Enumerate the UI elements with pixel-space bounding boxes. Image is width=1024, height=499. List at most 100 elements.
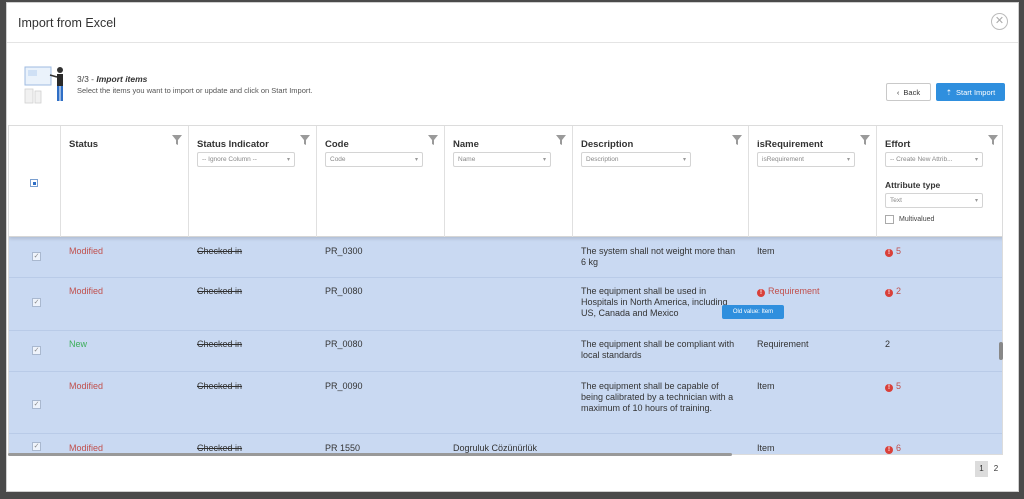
back-button[interactable]: ‹ Back xyxy=(886,83,931,101)
column-label: Effort xyxy=(885,139,911,150)
effort-value: 6 xyxy=(896,443,902,453)
import-illustration-icon xyxy=(24,66,63,104)
row-checkbox[interactable]: ✓ xyxy=(32,346,41,355)
effort-cell: ! 2 xyxy=(885,286,901,297)
error-icon: ! xyxy=(885,289,893,297)
effort-cell: ! 5 xyxy=(885,246,901,257)
header-description: Description Description ▾ xyxy=(573,126,749,237)
select-value: isRequirement xyxy=(762,156,804,163)
status-cell: Modified xyxy=(69,286,104,296)
error-icon: ! xyxy=(885,446,893,454)
effort-value: 5 xyxy=(896,246,902,256)
page-1-button[interactable]: 1 xyxy=(975,461,988,477)
import-grid: Status Status Indicator -- Ignore Column… xyxy=(8,125,1003,455)
description-cell: The equipment shall be used in Hospitals… xyxy=(581,286,728,318)
table-row[interactable]: ✓ New Checked in PR_0080 The equipment s… xyxy=(9,331,1002,372)
caret-down-icon: ▾ xyxy=(682,157,686,163)
row-checkbox[interactable]: ✓ xyxy=(32,442,41,451)
status-cell: Modified xyxy=(69,381,104,391)
filter-icon[interactable] xyxy=(428,135,438,145)
row-checkbox[interactable]: ✓ xyxy=(32,252,41,261)
column-label: Code xyxy=(325,139,349,150)
column-label: Status Indicator xyxy=(197,139,269,150)
select-value: Text xyxy=(890,197,902,204)
caret-down-icon: ▾ xyxy=(846,157,850,163)
select-value: Description xyxy=(586,156,619,163)
isrequirement-cell: Item xyxy=(757,381,775,391)
caret-down-icon: ▾ xyxy=(974,157,978,163)
error-icon: ! xyxy=(885,384,893,392)
filter-icon[interactable] xyxy=(860,135,870,145)
upload-icon: ⇡ xyxy=(945,87,953,97)
code-cell: PR_0080 xyxy=(325,286,363,296)
header-isrequirement: isRequirement isRequirement ▾ xyxy=(749,126,877,237)
attribute-type-select[interactable]: Text ▾ xyxy=(885,193,983,208)
status-indicator-cell: Checked in xyxy=(197,286,243,296)
horizontal-scrollbar[interactable] xyxy=(8,453,732,456)
filter-icon[interactable] xyxy=(172,135,182,145)
description-cell: The equipment shall be capable of being … xyxy=(581,381,734,413)
dialog-titlebar: Import from Excel ✕ xyxy=(7,3,1018,43)
status-indicator-cell: Checked in xyxy=(197,339,243,349)
attribute-type-label: Attribute type xyxy=(885,180,941,190)
header-name: Name Name ▾ xyxy=(445,126,573,237)
effort-cell: ! 5 xyxy=(885,381,901,392)
filter-icon[interactable] xyxy=(732,135,742,145)
start-import-button[interactable]: ⇡ Start Import xyxy=(936,83,1005,101)
isrequirement-value: Requirement xyxy=(768,286,820,296)
header-code: Code Code ▾ xyxy=(317,126,445,237)
effort-value: 5 xyxy=(896,381,902,391)
filter-icon[interactable] xyxy=(556,135,566,145)
select-value: -- Ignore Column -- xyxy=(202,156,257,163)
row-checkbox[interactable]: ✓ xyxy=(32,298,41,307)
error-icon: ! xyxy=(757,289,765,297)
dialog-title: Import from Excel xyxy=(18,16,116,30)
table-row[interactable]: ✓ Modified Checked in PR_0080 The equipm… xyxy=(9,278,1002,331)
step-prefix: 3/3 - xyxy=(77,74,95,84)
row-checkbox[interactable]: ✓ xyxy=(32,400,41,409)
code-cell: PR_0090 xyxy=(325,381,363,391)
column-mapping-select[interactable]: -- Create New Attrib... ▾ xyxy=(885,152,983,167)
back-button-label: Back xyxy=(903,87,921,97)
error-icon: ! xyxy=(885,249,893,257)
old-value-tooltip: Old value: Item xyxy=(722,305,784,319)
header-status: Status xyxy=(61,126,189,237)
isrequirement-cell: Requirement xyxy=(757,339,809,349)
page-2-button[interactable]: 2 xyxy=(990,461,1002,477)
column-mapping-select[interactable]: -- Ignore Column -- ▾ xyxy=(197,152,295,167)
caret-down-icon: ▾ xyxy=(542,157,546,163)
status-indicator-cell: Checked in xyxy=(197,246,243,256)
effort-cell: ! 6 xyxy=(885,443,901,454)
filter-icon[interactable] xyxy=(300,135,310,145)
vertical-scrollbar[interactable] xyxy=(999,342,1003,360)
select-value: Code xyxy=(330,156,346,163)
column-mapping-select[interactable]: Code ▾ xyxy=(325,152,423,167)
select-all-checkbox[interactable] xyxy=(30,179,38,187)
header-select-col xyxy=(9,126,61,237)
filter-icon[interactable] xyxy=(988,135,998,145)
column-mapping-select[interactable]: Name ▾ xyxy=(453,152,551,167)
multivalued-label: Multivalued xyxy=(899,216,935,223)
caret-down-icon: ▾ xyxy=(286,157,290,163)
status-indicator-cell: Checked in xyxy=(197,381,243,391)
select-value: Name xyxy=(458,156,476,163)
effort-value: 2 xyxy=(896,286,902,296)
description-cell: The equipment shall be compliant with lo… xyxy=(581,339,735,360)
step-indicator: 3/3 - Import items xyxy=(77,74,147,84)
code-cell: PR_0300 xyxy=(325,246,363,256)
column-label: isRequirement xyxy=(757,139,823,150)
table-row[interactable]: ✓ Modified Checked in PR_0300 The system… xyxy=(9,237,1002,278)
close-icon[interactable]: ✕ xyxy=(991,13,1008,30)
table-row[interactable]: ✓ Modified Checked in PR_0090 The equipm… xyxy=(9,372,1002,434)
isrequirement-cell: Item xyxy=(757,443,775,453)
effort-cell: 2 xyxy=(885,339,891,349)
grid-header: Status Status Indicator -- Ignore Column… xyxy=(9,126,1002,237)
column-mapping-select[interactable]: isRequirement ▾ xyxy=(757,152,855,167)
column-mapping-select[interactable]: Description ▾ xyxy=(581,152,691,167)
header-effort: Effort -- Create New Attrib... ▾ Attribu… xyxy=(877,126,1002,237)
isrequirement-cell: Item xyxy=(757,246,775,256)
multivalued-checkbox[interactable] xyxy=(885,215,894,224)
column-label: Status xyxy=(69,139,99,150)
instruction-text: Select the items you want to import or u… xyxy=(77,86,313,95)
table-row[interactable]: ✓ Modified Checked in PR 1550 Dogruluk C… xyxy=(9,434,1002,454)
